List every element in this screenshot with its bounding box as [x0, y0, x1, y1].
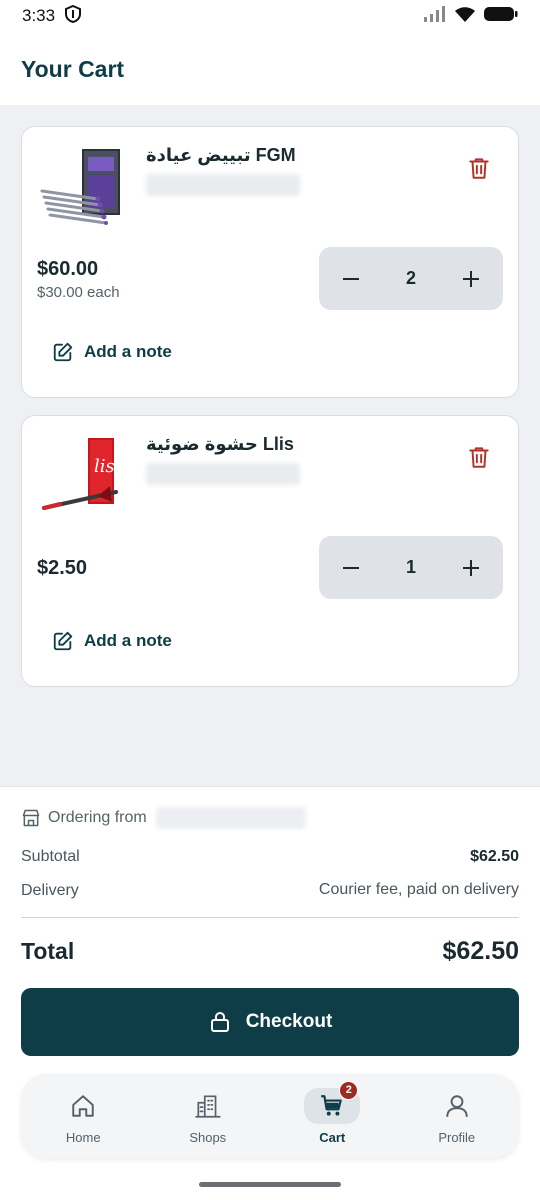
cart-item: تبييض عيادة FGM $60.00 $30.00 each 2 Add…: [21, 126, 519, 398]
product-image: [38, 147, 126, 225]
status-time: 3:33: [22, 6, 56, 25]
person-icon: [446, 1094, 468, 1117]
trash-icon: [469, 447, 489, 468]
battery-icon: [484, 6, 518, 27]
nav-label-profile: Profile: [438, 1129, 476, 1145]
nav-item-cart[interactable]: 2 Cart: [277, 1080, 387, 1145]
quantity-value: 2: [405, 268, 416, 288]
nav-item-shops[interactable]: Shops: [153, 1088, 263, 1145]
page-title: Your Cart: [21, 56, 125, 82]
shield-icon: [65, 4, 82, 28]
app-header: Your Cart: [0, 32, 540, 105]
delivery-value: Courier fee, paid on delivery: [318, 881, 519, 898]
product-image: lis: [38, 436, 126, 514]
nav-label-cart: Cart: [319, 1129, 346, 1145]
plus-icon: [462, 270, 479, 287]
edit-icon: [53, 631, 73, 651]
product-name: حشوة ضوئية Llis: [146, 434, 294, 454]
home-indicator[interactable]: [199, 1182, 341, 1187]
decrease-quantity-button[interactable]: [339, 267, 363, 291]
minus-icon: [343, 566, 359, 569]
nav-item-profile[interactable]: Profile: [402, 1088, 512, 1145]
plus-icon: [462, 559, 479, 576]
ordering-from-row: Ordering from: [21, 807, 306, 829]
add-note-label: Add a note: [84, 631, 172, 650]
delivery-label: Delivery: [21, 882, 79, 899]
increase-quantity-button[interactable]: [459, 267, 483, 291]
divider: [21, 917, 519, 918]
add-note-button[interactable]: Add a note: [52, 630, 172, 652]
cart-list: تبييض عيادة FGM $60.00 $30.00 each 2 Add…: [0, 105, 540, 786]
product-name: تبييض عيادة FGM: [146, 145, 296, 165]
quantity-value: 1: [405, 557, 416, 577]
add-note-button[interactable]: Add a note: [52, 341, 172, 363]
quantity-stepper: 1: [319, 536, 503, 599]
item-total-price: $2.50: [37, 557, 88, 579]
shop-name-blurred: [155, 807, 306, 829]
add-note-label: Add a note: [84, 342, 172, 361]
nav-label-shops: Shops: [189, 1129, 227, 1145]
item-unit-price: $30.00 each: [37, 284, 120, 301]
delete-item-button[interactable]: [466, 444, 492, 470]
wifi-icon: [454, 6, 476, 27]
nav-item-home[interactable]: Home: [28, 1088, 138, 1145]
cart-item: lis حشوة ضوئية Llis $2.50 1 Add a note: [21, 415, 519, 687]
store-icon: [22, 809, 40, 827]
total-label: Total: [21, 938, 75, 964]
cart-count-badge: 2: [339, 1080, 359, 1100]
ordering-from-label: Ordering from: [48, 809, 147, 826]
nav-label-home: Home: [65, 1129, 101, 1145]
product-subtitle-blurred: [146, 463, 300, 485]
signal-icon: [424, 5, 446, 27]
checkout-label: Checkout: [245, 1011, 333, 1032]
trash-icon: [469, 158, 489, 179]
subtotal-value: $62.50: [470, 848, 519, 865]
status-bar: 3:33: [0, 0, 540, 32]
subtotal-label: Subtotal: [21, 848, 80, 865]
svg-text:lis: lis: [94, 456, 115, 477]
home-icon: [72, 1094, 94, 1117]
order-summary: Ordering from Subtotal $62.50 Delivery C…: [0, 786, 540, 1200]
increase-quantity-button[interactable]: [459, 556, 483, 580]
item-total-price: $60.00: [37, 258, 99, 280]
edit-icon: [53, 342, 73, 362]
minus-icon: [343, 277, 359, 280]
decrease-quantity-button[interactable]: [339, 556, 363, 580]
lock-icon: [210, 1011, 229, 1032]
total-value: $62.50: [442, 937, 519, 965]
product-subtitle-blurred: [146, 174, 300, 196]
building-icon: [195, 1094, 221, 1118]
delete-item-button[interactable]: [466, 155, 492, 181]
quantity-stepper: 2: [319, 247, 503, 310]
checkout-button[interactable]: Checkout: [21, 988, 519, 1056]
bottom-navigation: Home Shops 2 Cart Profile: [21, 1074, 519, 1158]
